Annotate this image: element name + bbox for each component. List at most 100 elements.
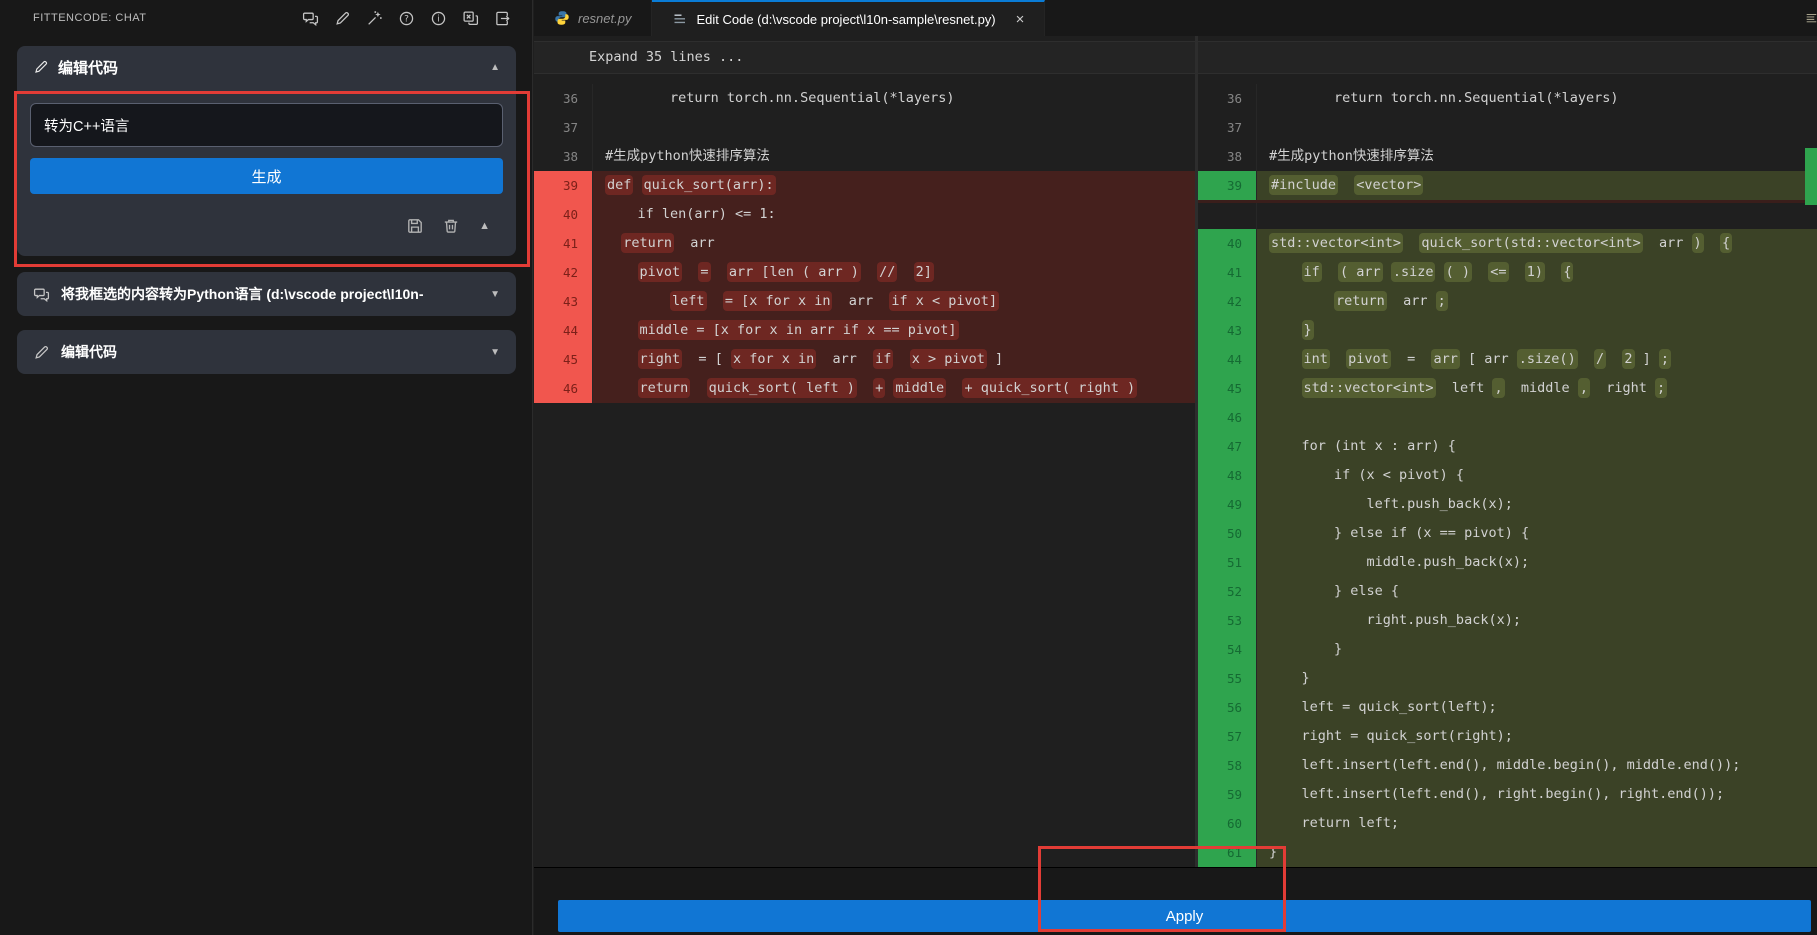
code-line: } else {: [1256, 577, 1817, 606]
diff-row: 48 if (x < pivot) {: [1198, 461, 1817, 490]
line-number: 38: [534, 142, 592, 171]
diff-row: 44 int pivot = arr [ arr .size() / 2 ] ;: [1198, 345, 1817, 374]
diff-row: 38#生成python快速排序算法: [534, 142, 1195, 171]
code-line: return torch.nn.Sequential(*layers): [1256, 84, 1817, 113]
python-file-icon: [554, 10, 570, 26]
generate-button[interactable]: 生成: [30, 158, 503, 194]
code-line: left.push_back(x);: [1256, 490, 1817, 519]
line-number: 54: [1198, 635, 1256, 664]
code-line: if (x < pivot) {: [1256, 461, 1817, 490]
code-line: }: [1256, 635, 1817, 664]
info-button[interactable]: i: [429, 9, 448, 28]
diff-row: 42 pivot = arr [len ( arr ) // 2]: [534, 258, 1195, 287]
magic-wand-button[interactable]: [365, 9, 384, 28]
code-line: }: [1256, 838, 1817, 867]
edit-code-button[interactable]: [333, 9, 352, 28]
line-number: 50: [1198, 519, 1256, 548]
delete-button[interactable]: [441, 216, 460, 235]
tab-edit-code[interactable]: Edit Code (d:\vscode project\l10n-sample…: [652, 0, 1045, 36]
line-number: 60: [1198, 809, 1256, 838]
diff-row: 61}: [1198, 838, 1817, 867]
line-number: 46: [534, 374, 592, 403]
code-line: left.insert(left.end(), middle.begin(), …: [1256, 751, 1817, 780]
line-number: 45: [1198, 374, 1256, 403]
code-line: middle.push_back(x);: [1256, 548, 1817, 577]
panel-toolbar: ? i: [301, 9, 512, 28]
overview-ruler-inserted-mark[interactable]: [1805, 148, 1817, 205]
history-item-label: 将我框选的内容转为Python语言 (d:\vscode project\l10…: [61, 284, 423, 304]
code-line: return arr ;: [1256, 287, 1817, 316]
close-tab-icon[interactable]: ×: [1016, 12, 1025, 27]
line-number: 42: [1198, 287, 1256, 316]
line-number: 52: [1198, 577, 1256, 606]
code-line: [1256, 403, 1817, 432]
open-in-editor-button[interactable]: [493, 9, 512, 28]
svg-text:?: ?: [404, 14, 409, 24]
chat-button[interactable]: [301, 9, 320, 28]
editor-tab-bar: resnet.py Edit Code (d:\vscode project\l…: [534, 0, 1817, 36]
code-line: }: [1256, 664, 1817, 693]
line-number: 41: [534, 229, 592, 258]
diff-row: 54 }: [1198, 635, 1817, 664]
code-line: [1256, 203, 1817, 229]
edit-code-card: 编辑代码 ▲ 生成 ▲: [17, 46, 516, 256]
clear-all-button[interactable]: [461, 9, 480, 28]
edit-code-card-header[interactable]: 编辑代码 ▲: [17, 46, 516, 88]
editor-actions-icon[interactable]: [1806, 0, 1817, 36]
expand-lines-button[interactable]: Expand 35 lines ...: [534, 41, 1817, 74]
code-line: }: [1256, 316, 1817, 345]
code-line: [1256, 113, 1817, 142]
line-number: 38: [1198, 142, 1256, 171]
code-line: std::vector<int> quick_sort(std::vector<…: [1256, 229, 1817, 258]
line-number: 48: [1198, 461, 1256, 490]
diff-list-icon: [672, 11, 688, 27]
tab-resnet-py[interactable]: resnet.py: [534, 0, 652, 36]
line-number: 39: [1198, 171, 1256, 200]
diff-modified-pane[interactable]: 36 return torch.nn.Sequential(*layers)37…: [1198, 84, 1817, 867]
line-number: 41: [1198, 258, 1256, 287]
diff-original-pane[interactable]: 36 return torch.nn.Sequential(*layers)37…: [534, 84, 1195, 403]
fittencode-chat-panel: FITTENCODE: CHAT ? i: [0, 0, 533, 935]
diff-row: 39def quick_sort(arr):: [534, 171, 1195, 200]
diff-row: 43 }: [1198, 316, 1817, 345]
panel-titlebar: FITTENCODE: CHAT ? i: [0, 0, 532, 36]
code-line: left.insert(left.end(), right.begin(), r…: [1256, 780, 1817, 809]
comment-discussion-icon: [302, 10, 319, 27]
diff-row: 40std::vector<int> quick_sort(std::vecto…: [1198, 229, 1817, 258]
expand-icon: ▼: [490, 347, 500, 358]
line-number: 55: [1198, 664, 1256, 693]
edit-code-card-title: 编辑代码: [58, 57, 118, 78]
floppy-save-icon: [406, 217, 424, 235]
code-line: if ( arr .size ( ) <= 1) {: [1256, 258, 1817, 287]
code-line: if len(arr) <= 1:: [592, 200, 1195, 229]
save-button[interactable]: [405, 216, 424, 235]
tab-label: Edit Code (d:\vscode project\l10n-sample…: [696, 12, 995, 27]
diff-row: 41 return arr: [534, 229, 1195, 258]
prompt-input[interactable]: [30, 103, 503, 147]
comment-discussion-icon: [33, 286, 50, 303]
question-circle-icon: ?: [398, 10, 415, 27]
history-item-header[interactable]: 将我框选的内容转为Python语言 (d:\vscode project\l10…: [17, 272, 516, 316]
code-line: left = quick_sort(left);: [1256, 693, 1817, 722]
edit-code-card-collapsed[interactable]: 编辑代码 ▼: [17, 330, 516, 374]
collapse-response-button[interactable]: ▲: [479, 220, 490, 232]
edit-code-card2-title: 编辑代码: [61, 342, 117, 362]
apply-button[interactable]: Apply: [558, 900, 1811, 932]
code-line: return quick_sort( left ) + middle + qui…: [592, 374, 1195, 403]
line-number: 40: [534, 200, 592, 229]
history-item-card[interactable]: 将我框选的内容转为Python语言 (d:\vscode project\l10…: [17, 272, 516, 316]
line-number: 37: [534, 113, 592, 142]
diff-row: 56 left = quick_sort(left);: [1198, 693, 1817, 722]
line-number: 44: [534, 316, 592, 345]
code-line: pivot = arr [len ( arr ) // 2]: [592, 258, 1195, 287]
line-number: 43: [1198, 316, 1256, 345]
sparkle-wand-icon: [366, 10, 383, 27]
close-all-windows-icon: [462, 10, 479, 27]
help-button[interactable]: ?: [397, 9, 416, 28]
code-line: int pivot = arr [ arr .size() / 2 ] ;: [1256, 345, 1817, 374]
code-line: for (int x : arr) {: [1256, 432, 1817, 461]
line-number: 40: [1198, 229, 1256, 258]
diff-row: 43 left = [x for x in arr if x < pivot]: [534, 287, 1195, 316]
pencil-icon: [33, 344, 50, 361]
edit-code-card2-header[interactable]: 编辑代码 ▼: [17, 330, 516, 374]
